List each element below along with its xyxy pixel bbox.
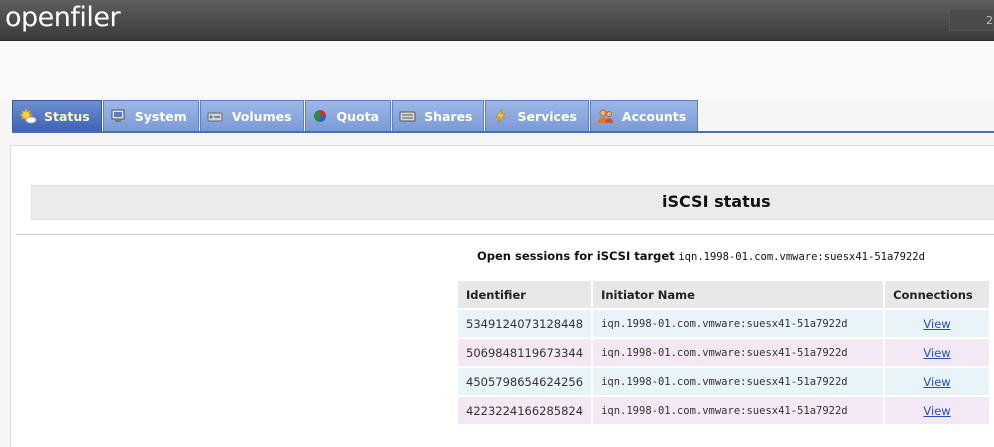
main-tabs: Status System Volumes Quota Shares Servi…	[12, 100, 699, 131]
monitor-icon	[110, 108, 128, 124]
view-link[interactable]: View	[923, 375, 950, 389]
tab-label: Services	[517, 108, 577, 124]
initiator-cell: iqn.1998-01.com.vmware:suesx41-51a7922d	[593, 310, 884, 337]
view-link[interactable]: View	[923, 317, 950, 331]
tab-shares[interactable]: Shares	[392, 100, 485, 131]
identifier-cell: 5069848119673344	[458, 339, 592, 366]
identifier-cell: 5349124073128448	[458, 310, 592, 337]
connections-cell: View	[885, 339, 990, 366]
sessions-caption: Open sessions for iSCSI target iqn.1998-…	[477, 249, 925, 263]
tab-quota[interactable]: Quota	[304, 100, 392, 131]
tab-label: Volumes	[231, 108, 292, 124]
view-link[interactable]: View	[923, 404, 950, 418]
header-connections: Connections	[885, 281, 990, 308]
tab-system[interactable]: System	[102, 100, 199, 131]
drive-icon	[399, 108, 417, 124]
connections-cell: View	[885, 397, 990, 424]
header-band	[0, 41, 994, 101]
disk-icon	[207, 108, 225, 124]
initiator-cell: iqn.1998-01.com.vmware:suesx41-51a7922d	[593, 368, 884, 395]
header-initiator-name: Initiator Name	[593, 281, 884, 308]
pie-chart-icon	[312, 108, 330, 124]
header-identifier: Identifier	[458, 281, 592, 308]
view-link[interactable]: View	[923, 346, 950, 360]
tab-accounts[interactable]: Accounts	[589, 100, 699, 131]
table-row: 4223224166285824 iqn.1998-01.com.vmware:…	[458, 397, 990, 424]
table-row: 5349124073128448 iqn.1998-01.com.vmware:…	[458, 310, 990, 337]
tab-volumes[interactable]: Volumes	[199, 100, 304, 131]
page-title: iSCSI status	[662, 192, 771, 211]
users-icon	[597, 108, 615, 124]
tab-label: Accounts	[621, 108, 687, 124]
content-panel: iSCSI status Open sessions for iSCSI tar…	[10, 145, 994, 447]
tab-label: System	[134, 108, 187, 124]
tab-services[interactable]: Services	[485, 100, 589, 131]
sessions-table: Identifier Initiator Name Connections 53…	[456, 279, 991, 426]
connections-cell: View	[885, 310, 990, 337]
table-row: 5069848119673344 iqn.1998-01.com.vmware:…	[458, 339, 990, 366]
caption-label: Open sessions for iSCSI target	[477, 249, 675, 263]
tab-label: Quota	[336, 108, 380, 124]
sun-icon	[19, 108, 37, 124]
initiator-cell: iqn.1998-01.com.vmware:suesx41-51a7922d	[593, 339, 884, 366]
tab-underline	[12, 131, 994, 133]
title-band: iSCSI status	[31, 185, 994, 220]
identifier-cell: 4223224166285824	[458, 397, 592, 424]
clock-display: 2	[949, 9, 994, 31]
initiator-cell: iqn.1998-01.com.vmware:suesx41-51a7922d	[593, 397, 884, 424]
caption-target: iqn.1998-01.com.vmware:suesx41-51a7922d	[678, 251, 925, 263]
identifier-cell: 4505798654624256	[458, 368, 592, 395]
openfiler-logo[interactable]: openfiler	[5, 2, 121, 33]
table-row: 4505798654624256 iqn.1998-01.com.vmware:…	[458, 368, 990, 395]
tab-status[interactable]: Status	[12, 100, 102, 131]
divider	[16, 234, 994, 235]
connections-cell: View	[885, 368, 990, 395]
tab-label: Shares	[424, 108, 473, 124]
lightning-icon	[492, 108, 510, 124]
table-header-row: Identifier Initiator Name Connections	[458, 281, 990, 308]
top-bar: openfiler 2	[0, 0, 994, 41]
tab-label: Status	[44, 108, 90, 124]
